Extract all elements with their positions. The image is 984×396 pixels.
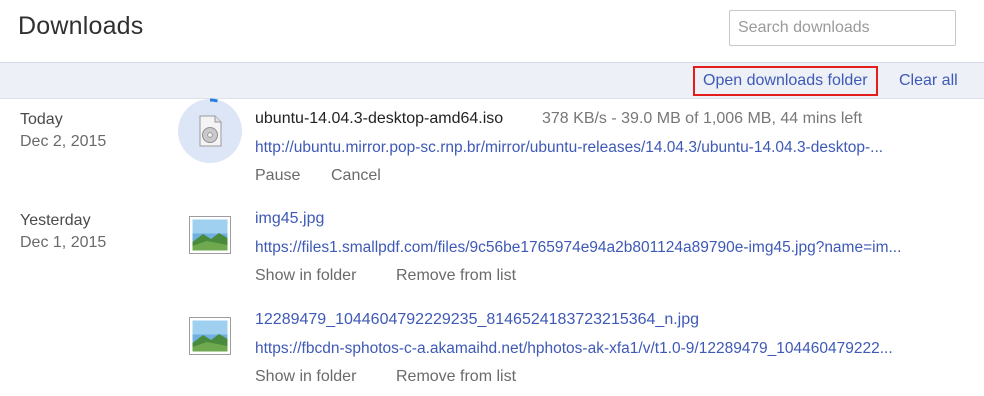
- open-downloads-folder-link[interactable]: Open downloads folder: [693, 66, 878, 96]
- clear-all-link[interactable]: Clear all: [899, 63, 958, 98]
- download-status: 378 KB/s - 39.0 MB of 1,006 MB, 44 mins …: [542, 110, 863, 127]
- file-url-link[interactable]: http://ubuntu.mirror.pop-sc.rnp.br/mirro…: [255, 139, 883, 157]
- file-url-link[interactable]: https://files1.smallpdf.com/files/9c56be…: [255, 239, 901, 257]
- pause-button[interactable]: Pause: [255, 167, 300, 185]
- header: Downloads: [0, 0, 984, 62]
- file-url-link[interactable]: https://fbcdn-sphotos-c-a.akamaihd.net/h…: [255, 340, 893, 358]
- search-input[interactable]: [729, 10, 956, 46]
- disc-icon: [199, 115, 222, 147]
- remove-from-list-button[interactable]: Remove from list: [396, 267, 516, 285]
- file-name-link[interactable]: 12289479_1044604792229235_81465241837232…: [255, 311, 699, 329]
- cancel-button[interactable]: Cancel: [331, 167, 381, 185]
- file-name: ubuntu-14.04.3-desktop-amd64.iso: [255, 110, 504, 127]
- downloads-page: Downloads Open downloads folder Clear al…: [0, 0, 984, 396]
- remove-from-list-button[interactable]: Remove from list: [396, 368, 516, 386]
- image-file-icon: [189, 317, 231, 355]
- download-progress-icon: [177, 98, 243, 164]
- show-in-folder-button[interactable]: Show in folder: [255, 368, 356, 386]
- date-group-yesterday: Yesterday Dec 1, 2015: [20, 210, 106, 254]
- date-group-today: Today Dec 2, 2015: [20, 109, 106, 153]
- page-title: Downloads: [18, 12, 144, 40]
- date-group-date: Dec 2, 2015: [20, 133, 107, 150]
- date-group-day: Today: [20, 111, 63, 128]
- file-name-link[interactable]: img45.jpg: [255, 210, 324, 228]
- image-file-icon: [189, 216, 231, 254]
- show-in-folder-button[interactable]: Show in folder: [255, 267, 356, 285]
- action-bar: Open downloads folder Clear all: [0, 62, 984, 99]
- date-group-day: Yesterday: [20, 212, 91, 229]
- date-group-date: Dec 1, 2015: [20, 234, 107, 251]
